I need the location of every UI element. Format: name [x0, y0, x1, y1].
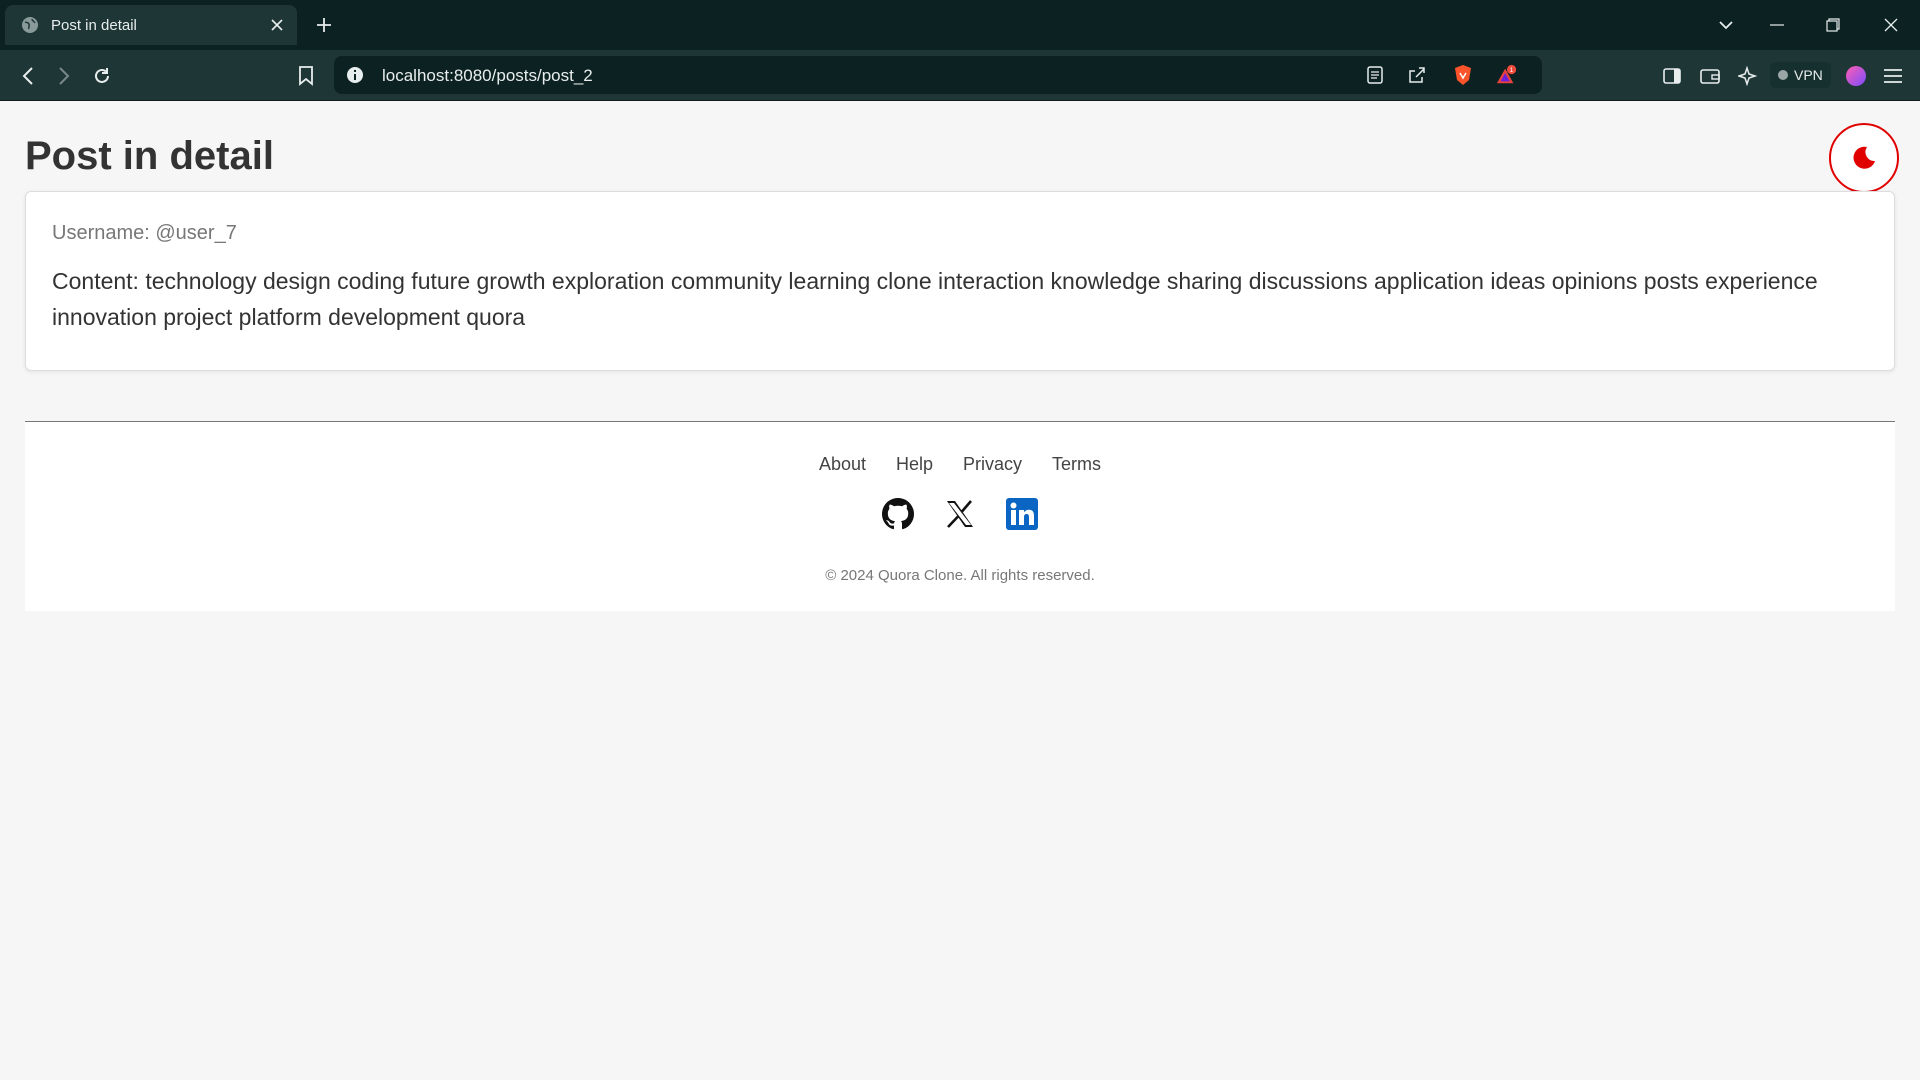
close-window-icon[interactable]	[1879, 13, 1903, 37]
footer-link-privacy[interactable]: Privacy	[963, 454, 1022, 475]
linkedin-icon[interactable]	[1006, 498, 1038, 530]
menu-icon[interactable]	[1880, 63, 1906, 89]
tab-title: Post in detail	[51, 16, 137, 34]
theme-toggle-button[interactable]	[1829, 123, 1899, 193]
footer-link-about[interactable]: About	[819, 454, 866, 475]
share-icon[interactable]	[1406, 64, 1428, 86]
forward-icon[interactable]	[51, 63, 77, 89]
page-title: Post in detail	[25, 134, 274, 178]
x-icon[interactable]	[944, 498, 976, 530]
profile-avatar-icon[interactable]	[1843, 63, 1869, 89]
post-content: Content: technology design coding future…	[52, 268, 1818, 330]
back-icon[interactable]	[15, 63, 41, 89]
site-info-icon[interactable]	[346, 66, 364, 84]
footer: About Help Privacy Terms © 2024 Quora Cl…	[25, 421, 1895, 611]
social-links	[25, 498, 1895, 530]
footer-link-help[interactable]: Help	[896, 454, 933, 475]
post-username: Username: @user_7	[52, 222, 237, 244]
vpn-button[interactable]: VPN	[1770, 62, 1831, 88]
moon-icon	[1853, 146, 1875, 169]
new-tab-icon[interactable]	[312, 13, 336, 37]
address-bar[interactable]: localhost:8080/posts/post_2 1	[334, 56, 1542, 94]
minimize-icon[interactable]	[1765, 13, 1789, 37]
post-card: Username: @user_7 Content: technology de…	[25, 191, 1895, 371]
browser-toolbar: localhost:8080/posts/post_2 1 VPN	[0, 50, 1920, 101]
restore-icon[interactable]	[1821, 13, 1845, 37]
leo-ai-icon[interactable]	[1735, 63, 1761, 89]
sidebar-toggle-icon[interactable]	[1659, 63, 1685, 89]
vpn-label: VPN	[1794, 67, 1823, 83]
tab-list-chevron-icon[interactable]	[1714, 13, 1738, 37]
reload-icon[interactable]	[89, 63, 115, 89]
footer-links: About Help Privacy Terms	[25, 454, 1895, 475]
github-icon[interactable]	[882, 498, 914, 530]
brave-shields-icon[interactable]	[1452, 64, 1474, 86]
wallet-icon[interactable]	[1697, 63, 1723, 89]
page-content: Post in detail Username: @user_7 Content…	[0, 101, 1920, 1080]
vpn-status-icon	[1778, 70, 1788, 80]
bookmark-icon[interactable]	[293, 63, 319, 89]
close-tab-icon[interactable]	[267, 15, 287, 35]
svg-text:1: 1	[1510, 67, 1514, 74]
brave-rewards-icon[interactable]: 1	[1496, 64, 1518, 86]
browser-tab-bar: Post in detail	[0, 0, 1920, 50]
reader-mode-icon[interactable]	[1364, 64, 1386, 86]
url-text[interactable]: localhost:8080/posts/post_2	[382, 66, 593, 86]
globe-icon	[22, 17, 38, 33]
footer-link-terms[interactable]: Terms	[1052, 454, 1101, 475]
copyright-text: © 2024 Quora Clone. All rights reserved.	[825, 567, 1095, 584]
browser-tab[interactable]: Post in detail	[5, 5, 297, 45]
